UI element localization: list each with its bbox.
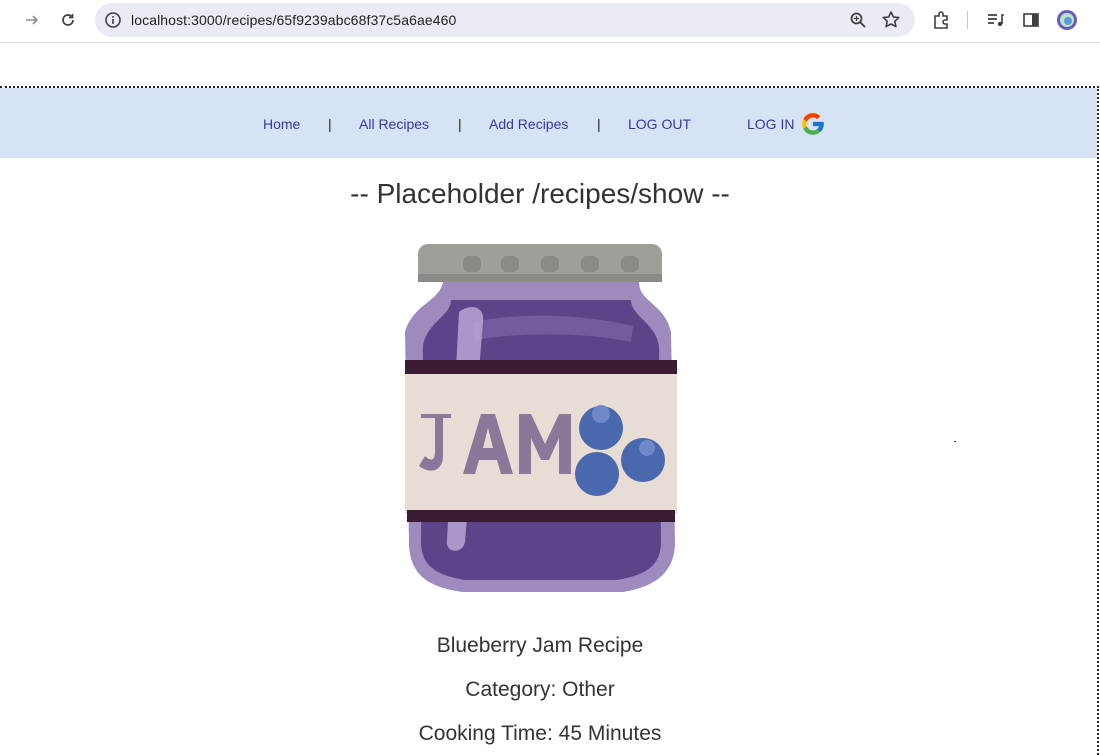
recipe-category: Category: Other	[465, 678, 615, 701]
nav-all-recipes-link[interactable]: All Recipes	[359, 116, 429, 132]
google-icon[interactable]	[800, 111, 826, 137]
nav-home-link[interactable]: Home	[263, 116, 300, 132]
jam-jar-image	[405, 244, 677, 592]
nav-add-recipes-link[interactable]: Add Recipes	[489, 116, 568, 132]
info-icon[interactable]	[104, 11, 122, 29]
star-icon[interactable]	[881, 10, 901, 30]
nav-separator: |	[328, 116, 332, 132]
extensions-icon[interactable]	[929, 8, 953, 32]
browser-toolbar: localhost:3000/recipes/65f9239abc68f37c5…	[0, 0, 1100, 43]
page-content: Home | All Recipes | Add Recipes | LOG O…	[0, 86, 1099, 755]
recipe-cooking-time: Cooking Time: 45 Minutes	[418, 722, 662, 745]
reading-list-icon[interactable]	[983, 8, 1007, 32]
recipe-name: Blueberry Jam Recipe	[436, 634, 644, 657]
side-panel-icon[interactable]	[1019, 8, 1043, 32]
reload-icon[interactable]	[56, 8, 80, 32]
navbar: Home | All Recipes | Add Recipes | LOG O…	[0, 88, 1097, 158]
nav-separator: |	[597, 116, 601, 132]
nav-logout-link[interactable]: LOG OUT	[628, 116, 691, 132]
address-bar[interactable]: localhost:3000/recipes/65f9239abc68f37c5…	[95, 3, 915, 37]
toolbar-separator	[967, 11, 968, 29]
url-text[interactable]: localhost:3000/recipes/65f9239abc68f37c5…	[131, 12, 456, 28]
zoom-icon[interactable]	[849, 11, 867, 29]
forward-icon[interactable]	[20, 8, 44, 32]
nav-separator: |	[458, 116, 462, 132]
nav-login-link[interactable]: LOG IN	[747, 116, 794, 132]
profile-icon[interactable]	[1055, 8, 1079, 32]
page-title: -- Placeholder /recipes/show --	[350, 178, 730, 209]
stray-dot	[954, 441, 956, 442]
